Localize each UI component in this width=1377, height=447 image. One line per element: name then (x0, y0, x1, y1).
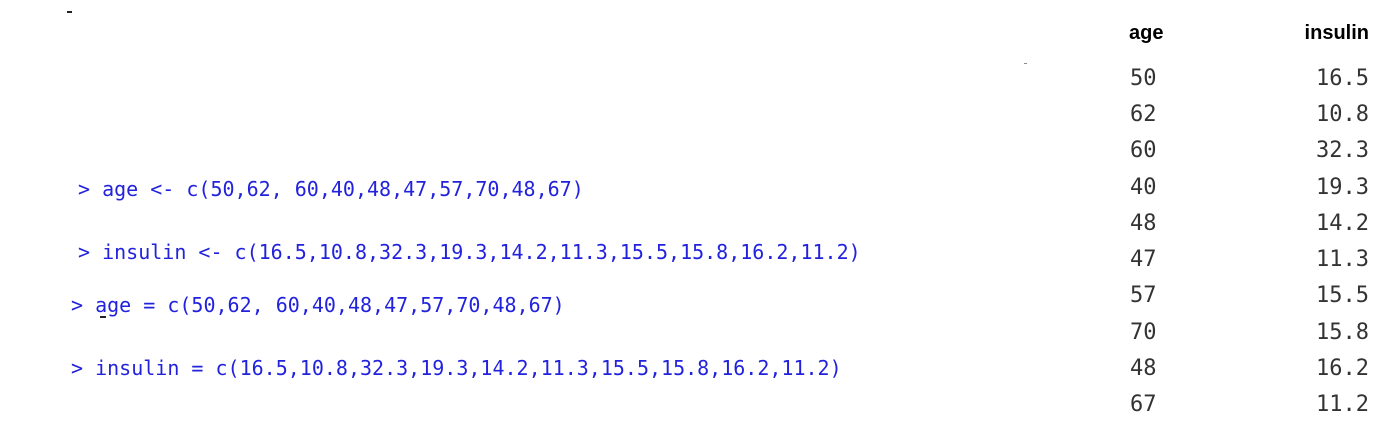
cell-age: 67 (1130, 392, 1157, 418)
cell-age: 47 (1130, 247, 1157, 273)
cell-age: 48 (1130, 210, 1157, 236)
console-code: age <- c(50,62, 60,40,48,47,57,70,48,67) (102, 177, 584, 201)
table-row: 57 15.5 (1117, 278, 1369, 314)
cell-age: 62 (1130, 101, 1157, 127)
console-prompt: > (71, 293, 84, 317)
table-row: 70 15.8 (1117, 314, 1369, 350)
cell-age: 60 (1130, 138, 1157, 164)
column-header-insulin: insulin (1304, 22, 1369, 44)
table-row: 47 11.3 (1117, 241, 1369, 277)
table-row: 50 16.5 (1117, 60, 1369, 96)
data-table: age insulin 50 16.5 62 10.8 60 32.3 40 19.3 … (1117, 22, 1369, 423)
console-code: age = c(50,62, 60,40,48,47,57,70,48,67) (95, 293, 565, 317)
table-row: 48 14.2 (1117, 205, 1369, 241)
cell-insulin: 16.5 (1316, 65, 1369, 91)
cell-insulin: 19.3 (1316, 174, 1369, 200)
table-row: 62 10.8 (1117, 96, 1369, 132)
console-prompt: > (71, 356, 84, 380)
artifact-mark (1024, 63, 1027, 64)
cell-insulin: 15.5 (1316, 283, 1369, 309)
table-header-row: age insulin (1117, 22, 1369, 60)
cell-insulin: 11.2 (1316, 392, 1369, 418)
console-line: > age = c(50,62, 60,40,48,47,57,70,48,67… (71, 295, 842, 316)
console-code: insulin = c(16.5,10.8,32.3,19.3,14.2,11.… (95, 356, 842, 380)
cell-age: 70 (1130, 319, 1157, 345)
cell-age: 50 (1130, 65, 1157, 91)
column-header-age: age (1129, 22, 1164, 44)
cell-age: 57 (1130, 283, 1157, 309)
table-row: 40 19.3 (1117, 169, 1369, 205)
cell-insulin: 10.8 (1316, 101, 1369, 127)
console-prompt: > (78, 177, 91, 201)
console-block-equals-assign: > age = c(50,62, 60,40,48,47,57,70,48,67… (71, 253, 842, 400)
cell-age: 48 (1130, 356, 1157, 382)
cell-insulin: 16.2 (1316, 356, 1369, 382)
console-line: > insulin = c(16.5,10.8,32.3,19.3,14.2,1… (71, 358, 842, 379)
cell-insulin: 15.8 (1316, 319, 1369, 345)
console-line: > age <- c(50,62, 60,40,48,47,57,70,48,6… (78, 179, 861, 200)
table-row: 60 32.3 (1117, 133, 1369, 169)
table-row: 48 16.2 (1117, 350, 1369, 386)
table-row: 67 11.2 (1117, 387, 1369, 423)
cell-age: 40 (1130, 174, 1157, 200)
cursor-mark (67, 11, 72, 13)
cell-insulin: 11.3 (1316, 247, 1369, 273)
cell-insulin: 14.2 (1316, 210, 1369, 236)
cell-insulin: 32.3 (1316, 138, 1369, 164)
console-cursor[interactable] (100, 316, 106, 318)
